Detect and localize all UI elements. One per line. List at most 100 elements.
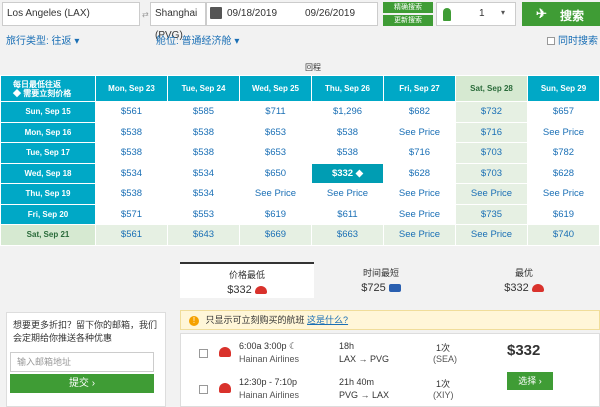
price-cell[interactable]: $538 xyxy=(167,142,240,164)
hainan-airlines-logo-icon xyxy=(254,286,267,294)
price-cell[interactable]: $628 xyxy=(527,162,600,184)
passenger-select[interactable]: 1 ▾ xyxy=(436,2,516,26)
price-cell[interactable]: $643 xyxy=(167,224,240,246)
flexible-search-toggle[interactable]: 同时搜索 xyxy=(547,32,598,47)
refresh-search-button[interactable]: 更新搜索 xyxy=(383,15,433,26)
fare-compare-button[interactable]: 精确搜索 xyxy=(383,2,433,13)
return-date-header: Sat, Sep 28 xyxy=(455,75,528,102)
select-flight-button[interactable]: 选择 › xyxy=(507,372,553,390)
tab-title: 价格最低 xyxy=(228,270,265,280)
swap-icon[interactable]: ⇄ xyxy=(142,10,149,19)
price-cell[interactable]: $619 xyxy=(527,203,600,225)
tab-cheapest[interactable]: 价格最低 $332 xyxy=(180,262,314,298)
price-cell[interactable]: $703 xyxy=(455,162,528,184)
result-price: $332 xyxy=(507,342,541,359)
price-cell[interactable]: $538 xyxy=(311,142,384,164)
tab-shortest[interactable]: 时间最短 $725 xyxy=(314,262,448,298)
submit-email-button[interactable]: 提交 › xyxy=(10,374,154,393)
price-cell[interactable]: $682 xyxy=(383,101,456,123)
notice-bar: ! 只显示可立刻购买的航班 这是什么? xyxy=(180,310,600,330)
price-cell[interactable]: See Price xyxy=(383,224,456,246)
leg-duration: 21h 40m xyxy=(339,377,375,387)
promo-text: 想要更多折扣？留下你的邮箱，我们会定期给你推送各种优惠 xyxy=(13,320,158,343)
leg-checkbox[interactable] xyxy=(199,385,208,394)
price-cell[interactable]: $669 xyxy=(239,224,312,246)
leg-via: (SEA) xyxy=(433,354,458,364)
price-cell[interactable]: See Price xyxy=(383,121,456,143)
return-date-header: Fri, Sep 27 xyxy=(383,75,456,102)
corner-legend: ◆ 需要立刻价格 xyxy=(13,88,72,98)
price-cell[interactable]: $716 xyxy=(455,121,528,143)
price-cell[interactable]: $571 xyxy=(95,203,168,225)
price-cell[interactable]: $703 xyxy=(455,142,528,164)
price-cell[interactable]: $538 xyxy=(95,121,168,143)
price-cell[interactable]: $663 xyxy=(311,224,384,246)
price-cell[interactable]: $538 xyxy=(95,142,168,164)
tab-best[interactable]: 最优 $332 xyxy=(448,262,600,298)
price-cell[interactable]: $716 xyxy=(383,142,456,164)
email-input[interactable]: 输入邮箱地址 xyxy=(10,352,154,372)
trip-type-dropdown[interactable]: 旅行类型: 往返 ▾ xyxy=(6,32,79,47)
leg-times: 12:30p - 7:10p xyxy=(239,377,298,387)
price-cell[interactable]: See Price xyxy=(527,121,600,143)
leg-route: LAX → PVG xyxy=(339,354,390,364)
price-cell[interactable]: $653 xyxy=(239,142,312,164)
hainan-airlines-logo-icon xyxy=(219,383,231,393)
grid-row: Mon, Sep 16 $538 $538 $653 $538 See Pric… xyxy=(0,121,600,143)
search-button-label: 搜索 xyxy=(560,9,585,23)
price-cell[interactable]: $534 xyxy=(95,162,168,184)
destination-input[interactable]: Shanghai (PVG) xyxy=(150,2,206,41)
price-cell[interactable]: $619 xyxy=(239,203,312,225)
price-cell[interactable]: $740 xyxy=(527,224,600,246)
price-cell[interactable]: See Price xyxy=(383,203,456,225)
price-cell[interactable]: $711 xyxy=(239,101,312,123)
price-cell[interactable]: $628 xyxy=(383,162,456,184)
price-cell[interactable]: $650 xyxy=(239,162,312,184)
grid-row: Sat, Sep 21 $561 $643 $669 $663 See Pric… xyxy=(0,224,600,246)
price-cell[interactable]: $538 xyxy=(311,121,384,143)
price-cell[interactable]: See Price xyxy=(455,183,528,205)
price-cell[interactable]: See Price xyxy=(455,224,528,246)
price-cell[interactable]: $735 xyxy=(455,203,528,225)
sort-tabs: 价格最低 $332 时间最短 $725 最优 $332 xyxy=(180,262,600,298)
what-is-this-link[interactable]: 这是什么? xyxy=(307,315,348,325)
selected-price-cell[interactable]: $332 ◆ xyxy=(311,162,384,184)
grid-row: Wed, Sep 18 $534 $534 $650 $332 ◆ $628 $… xyxy=(0,162,600,184)
price-cell[interactable]: $653 xyxy=(239,121,312,143)
price-cell[interactable]: $611 xyxy=(311,203,384,225)
price-cell[interactable]: See Price xyxy=(527,183,600,205)
leg-airline: Hainan Airlines xyxy=(239,354,300,364)
grid-row: Tue, Sep 17 $538 $538 $653 $538 $716 $70… xyxy=(0,142,600,164)
price-cell[interactable]: $585 xyxy=(167,101,240,123)
leg-duration: 18h xyxy=(339,341,355,351)
date-range-input[interactable]: 09/18/2019 09/26/2019 xyxy=(206,2,378,26)
price-grid: 每日最低往返 ◆ 需要立刻价格 Mon, Sep 23 Tue, Sep 24 … xyxy=(0,75,600,246)
price-cell[interactable]: $782 xyxy=(527,142,600,164)
price-cell[interactable]: $561 xyxy=(95,101,168,123)
price-cell[interactable]: $534 xyxy=(167,183,240,205)
price-cell[interactable]: See Price xyxy=(239,183,312,205)
price-cell[interactable]: $553 xyxy=(167,203,240,225)
price-cell[interactable]: $732 xyxy=(455,101,528,123)
grid-row: Fri, Sep 20 $571 $553 $619 $611 See Pric… xyxy=(0,203,600,225)
price-cell[interactable]: $538 xyxy=(167,121,240,143)
checkbox[interactable] xyxy=(547,37,555,45)
search-bar: Los Angeles (LAX) ⇄ Shanghai (PVG) 09/18… xyxy=(0,0,600,41)
leg-checkbox[interactable] xyxy=(199,349,208,358)
leg-route: PVG → LAX xyxy=(339,390,390,400)
price-cell[interactable]: $561 xyxy=(95,224,168,246)
origin-input[interactable]: Los Angeles (LAX) xyxy=(2,2,140,26)
price-cell[interactable]: See Price xyxy=(311,183,384,205)
plane-icon: ✈ xyxy=(536,6,547,21)
price-cell[interactable]: $538 xyxy=(95,183,168,205)
price-cell[interactable]: $534 xyxy=(167,162,240,184)
search-button[interactable]: ✈ 搜索 xyxy=(522,2,600,26)
calendar-icon[interactable] xyxy=(210,7,222,19)
airline-logo-icon xyxy=(388,284,401,292)
price-cell[interactable]: $657 xyxy=(527,101,600,123)
flexible-search-label: 同时搜索 xyxy=(558,36,598,47)
price-cell[interactable]: See Price xyxy=(383,183,456,205)
cabin-dropdown[interactable]: 舱位: 普通经济舱 ▾ xyxy=(156,32,239,47)
price-cell[interactable]: $1,296 xyxy=(311,101,384,123)
grid-corner: 每日最低往返 ◆ 需要立刻价格 xyxy=(0,75,96,102)
